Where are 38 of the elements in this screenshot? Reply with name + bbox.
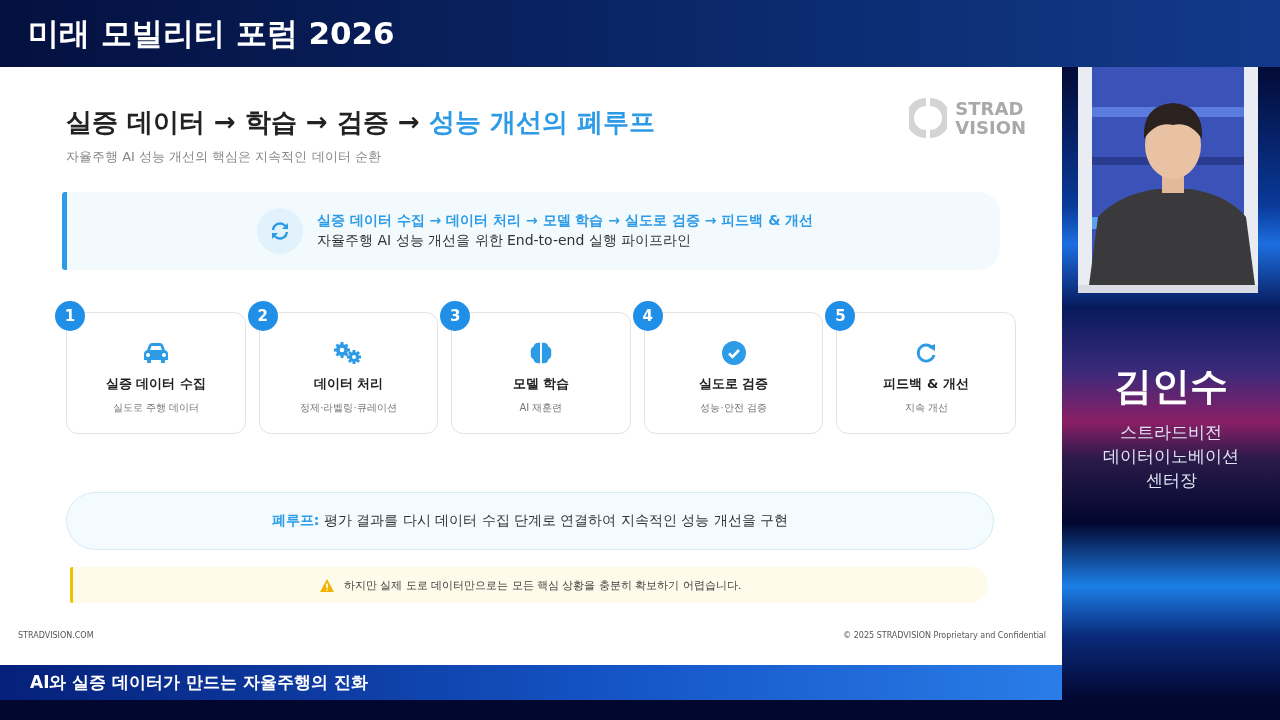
slide-subtitle: 자율주행 AI 성능 개선의 핵심은 지속적인 데이터 순환 — [66, 148, 382, 166]
gears-icon — [333, 341, 364, 365]
sync-icon — [257, 208, 303, 254]
step-number: 1 — [55, 301, 85, 331]
brain-icon — [528, 341, 554, 365]
step-title: 피드백 & 개선 — [883, 375, 969, 393]
speaker-affiliation: 데이터이노베이션 — [1103, 445, 1239, 468]
warning-icon — [319, 578, 334, 592]
car-icon — [142, 341, 169, 365]
step-caption: 정제·라벨링·큐레이션 — [300, 401, 397, 415]
step-caption: AI 재훈련 — [519, 401, 563, 415]
logo-text: STRAD — [955, 99, 1025, 118]
speaker-affiliation: 센터장 — [1145, 469, 1197, 492]
step-title: 실도로 검증 — [698, 375, 769, 393]
slide-title: 실증 데이터 → 학습 → 검증 → 성능 개선의 폐루프 — [66, 106, 655, 139]
step-caption: 성능·안전 검증 — [700, 401, 767, 415]
step-caption: 실도로 주행 데이터 — [112, 401, 199, 415]
check-icon — [721, 341, 746, 365]
step-title: 데이터 처리 — [313, 375, 384, 393]
speaker-name: 김인수 — [1114, 363, 1228, 410]
step-title: 실증 데이터 수집 — [105, 375, 206, 393]
step-title: 모델 학습 — [512, 375, 570, 393]
step-number: 5 — [825, 301, 856, 331]
pipeline-description: 자율주행 AI 성능 개선을 위한 End-to-end 실행 파이프라인 — [317, 232, 693, 250]
logo-text: VISION — [955, 118, 1026, 137]
step-number: 3 — [440, 301, 471, 331]
step-number: 4 — [632, 301, 663, 331]
speaker-affiliation: 스트라드비전 — [1120, 421, 1222, 444]
caption-text: AI와 실증 데이터가 만드는 자율주행의 진화 — [30, 671, 369, 694]
warning-text: 하지만 실제 도로 데이터만으로는 모든 핵심 상황을 충분히 확보하기 어렵습니다. — [343, 577, 742, 593]
loop-note-text: 폐루프: 평가 결과를 다시 데이터 수집 단계로 연결하여 지속적인 성능 개선을 구현 — [271, 512, 789, 530]
footer-text: © 2025 STRADVISION Proprietary and Confidential — [843, 631, 1046, 640]
step-caption: 지속 개선 — [904, 401, 948, 415]
broadcast-title: 미래 모빌리티 포럼 2026 — [28, 13, 395, 53]
step-number: 2 — [247, 301, 278, 331]
logo-icon — [909, 95, 948, 141]
pipeline-steps: 실증 데이터 수집 → 데이터 처리 → 모델 학습 → 실도로 검증 → 피드백 & 개선 — [317, 212, 814, 230]
footer-text: STRADVISION.COM — [18, 631, 94, 640]
